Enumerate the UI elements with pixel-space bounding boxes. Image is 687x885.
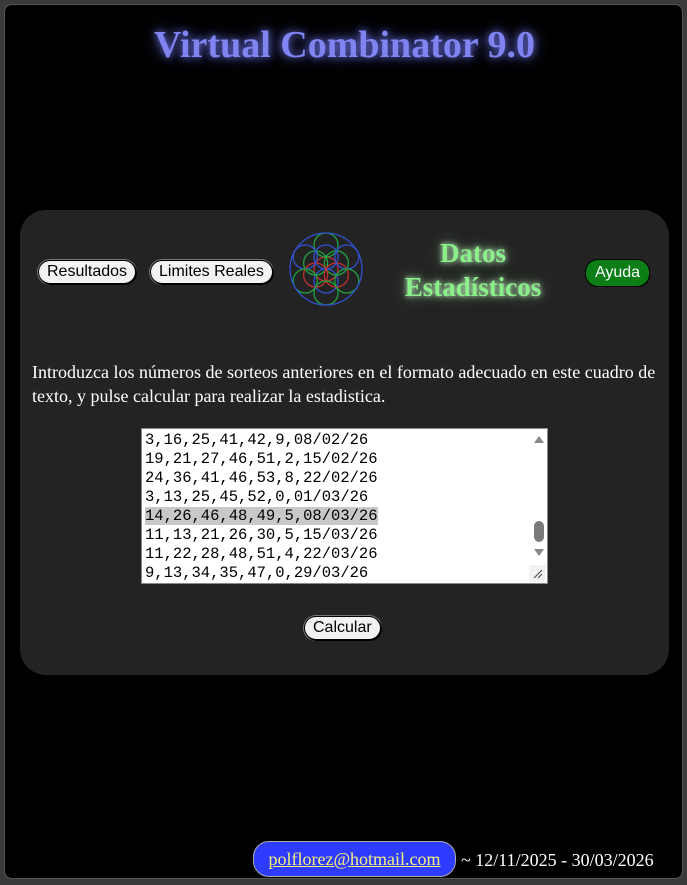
section-title: Datos Estadísticos	[380, 236, 566, 304]
resize-grip-icon[interactable]	[529, 565, 546, 582]
arrow-down-icon[interactable]	[534, 549, 544, 556]
real-limits-button[interactable]: Limites Reales	[150, 260, 273, 284]
draw-line[interactable]: 14,26,46,48,49,5,08/03/26	[145, 507, 378, 526]
draw-line[interactable]: 3,16,25,41,42,9,08/02/26	[145, 431, 378, 450]
section-title-line2: Estadísticos	[404, 272, 542, 302]
draw-line[interactable]: 9,13,34,35,47,0,29/03/26	[145, 564, 378, 583]
help-button[interactable]: Ayuda	[586, 260, 650, 286]
app-title: Virtual Combinator 9.0	[153, 24, 536, 66]
section-title-line1: Datos	[440, 238, 506, 268]
calculate-button[interactable]: Calcular	[304, 616, 381, 640]
draw-line[interactable]: 11,13,21,26,30,5,15/03/26	[145, 526, 378, 545]
arrow-up-icon[interactable]	[534, 436, 544, 443]
flower-of-life-icon	[288, 228, 364, 310]
results-button[interactable]: Resultados	[38, 260, 137, 284]
draw-line[interactable]: 19,21,27,46,51,2,15/02/26	[145, 450, 378, 469]
scrollbar-thumb[interactable]	[534, 521, 544, 542]
app-window: Virtual Combinator 9.0 Resultados Limite…	[4, 4, 683, 879]
textarea-scrollbar[interactable]	[530, 429, 547, 583]
draw-line[interactable]: 3,13,25,45,52,0,01/03/26	[145, 488, 378, 507]
draw-line[interactable]: 11,22,28,48,51,4,22/03/26	[145, 545, 378, 564]
draws-textarea[interactable]: 3,16,25,41,42,9,08/02/26 19,21,27,46,51,…	[141, 428, 548, 584]
draws-text-lines[interactable]: 3,16,25,41,42,9,08/02/26 19,21,27,46,51,…	[145, 431, 378, 583]
stats-panel: Resultados Limites Reales Datos Estadíst…	[20, 210, 669, 675]
email-badge[interactable]: polflorez@hotmail.com	[253, 841, 456, 877]
date-range: ~ 12/11/2025 - 30/03/2026	[461, 850, 654, 870]
draw-line[interactable]: 24,36,41,46,53,8,22/02/26	[145, 469, 378, 488]
email-link[interactable]: polflorez@hotmail.com	[268, 849, 440, 869]
instructions-text: Introduzca los números de sorteos anteri…	[32, 362, 656, 406]
